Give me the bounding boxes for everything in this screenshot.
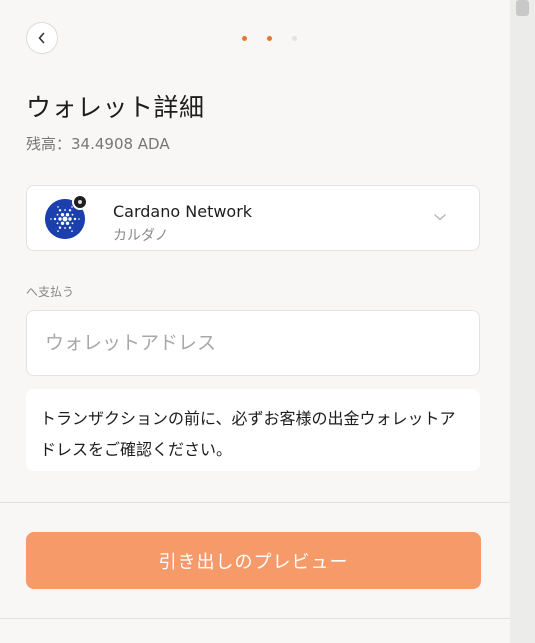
scrollbar-track[interactable] [510, 0, 535, 643]
chevron-down-icon [434, 214, 446, 221]
scrollbar-thumb[interactable] [516, 0, 529, 16]
back-button[interactable] [26, 22, 58, 54]
page-title: ウォレット詳細 [26, 93, 205, 122]
wallet-address-input[interactable] [26, 310, 480, 376]
step-dot-1 [242, 36, 247, 41]
withdraw-preview-button[interactable]: 引き出しのプレビュー [26, 532, 481, 589]
step-dot-2 [267, 36, 272, 41]
network-name: Cardano Network [113, 202, 253, 221]
network-selector[interactable]: Cardano Network カルダノ [26, 185, 480, 251]
balance-text: 残高：34.4908 ADA [26, 135, 170, 153]
network-subtitle: カルダノ [113, 228, 169, 244]
step-dot-3 [292, 36, 297, 41]
divider-bottom [0, 618, 510, 619]
wallet-details-panel: ウォレット詳細 残高：34.4908 ADA Cardano Network カ… [0, 0, 510, 643]
step-indicator [242, 36, 297, 41]
network-badge-icon [72, 194, 88, 210]
divider-top [0, 502, 510, 503]
address-notice: トランザクションの前に、必ずお客様の出金ウォレットアドレスをご確認ください。 [26, 389, 480, 471]
pay-to-label: へ支払う [26, 285, 75, 299]
chevron-left-icon [38, 32, 45, 44]
